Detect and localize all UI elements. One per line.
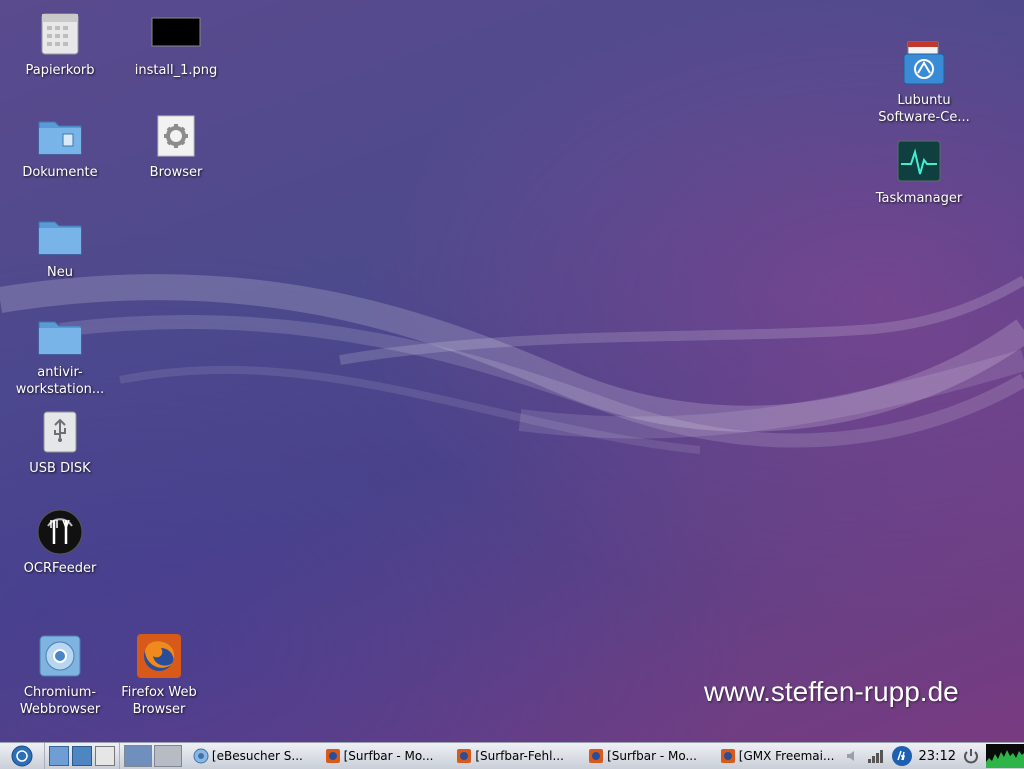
desktop-icon-ocrfeeder[interactable]: OCRFeeder	[5, 508, 115, 577]
desktop-icon-label: Neu	[47, 265, 73, 280]
taskbar-task[interactable]: [GMX Freemai...	[717, 745, 845, 767]
desktop-icon-label: install_1.png	[134, 63, 218, 78]
desktop-icon-label: Taskmanager	[875, 191, 963, 206]
desktop-icon-label: Papierkorb	[25, 63, 95, 78]
desktop-icon-browser[interactable]: Browser	[121, 112, 231, 181]
desktop-icon-usb-disk[interactable]: USB DISK	[5, 408, 115, 477]
desktop-icon-label: Lubuntu Software-Ce...	[878, 93, 970, 125]
show-desktop-icon[interactable]	[94, 746, 115, 766]
firefox-icon	[720, 749, 735, 763]
desktop-icon-taskmanager[interactable]: Taskmanager	[864, 138, 974, 207]
taskbar-task-label: [Surfbar - Mo...	[607, 749, 697, 763]
workspace-1[interactable]	[123, 745, 152, 767]
lubuntu-logo-icon	[11, 745, 33, 767]
desktop-icon-lubuntu-software-center[interactable]: Lubuntu Software-Ce...	[869, 40, 979, 126]
desktop-icon-firefox[interactable]: Firefox Web Browser	[104, 632, 214, 718]
power-icon[interactable]	[962, 747, 980, 765]
file-manager-icon[interactable]	[48, 746, 69, 766]
chromium-icon	[193, 748, 209, 764]
quick-launch	[45, 743, 120, 769]
folder-icon	[38, 221, 82, 255]
desktop-icon-label: antivir- workstation...	[15, 365, 105, 397]
software-center-icon	[903, 41, 945, 85]
taskbar: [eBesucher S... [Surfbar - Mo... [Surfba…	[0, 742, 1024, 769]
desktop-icon-label: Firefox Web Browser	[121, 685, 197, 717]
workspace-2[interactable]	[153, 745, 182, 767]
desktop-icon-install-png[interactable]: install_1.png	[121, 10, 231, 79]
image-file-icon	[151, 17, 201, 47]
desktop-icon-chromium[interactable]: Chromium- Webbrowser	[5, 632, 115, 718]
taskbar-task[interactable]: [Surfbar - Mo...	[322, 745, 450, 767]
folder-icon	[38, 321, 82, 355]
firefox-icon	[457, 749, 472, 763]
ocrfeeder-icon	[37, 509, 83, 555]
desktop-icon-label: Dokumente	[22, 165, 98, 180]
desktop-icon-dokumente[interactable]: Dokumente	[5, 112, 115, 181]
taskbar-task-label: [GMX Freemai...	[738, 749, 835, 763]
firefox-icon	[589, 749, 604, 763]
clock[interactable]: 23:12	[919, 749, 956, 764]
taskbar-task[interactable]: [eBesucher S...	[190, 745, 318, 767]
trash-icon	[41, 13, 79, 55]
usb-drive-icon	[43, 411, 77, 453]
desktop-icon-label: Chromium- Webbrowser	[19, 685, 101, 717]
desktop-icon-papierkorb[interactable]: Papierkorb	[5, 10, 115, 79]
workspace-pager	[120, 745, 186, 767]
cpu-monitor-icon	[986, 744, 1024, 768]
volume-icon[interactable]	[845, 748, 861, 764]
network-signal-icon[interactable]	[867, 748, 885, 764]
desktop-icon-antivir[interactable]: antivir- workstation...	[5, 312, 115, 398]
hp-logo-icon[interactable]	[891, 745, 913, 767]
taskbar-task-label: [eBesucher S...	[211, 749, 303, 763]
firefox-icon	[137, 634, 181, 678]
desktop-icon-label: OCRFeeder	[23, 561, 97, 576]
taskbar-task[interactable]: [Surfbar-Fehl...	[453, 745, 581, 767]
firefox-icon	[325, 749, 340, 763]
website-watermark: www.steffen-rupp.de	[704, 676, 959, 707]
taskbar-task-label: [Surfbar - Mo...	[343, 749, 434, 763]
taskbar-task-label: [Surfbar-Fehl...	[475, 749, 564, 763]
system-tray: 23:12	[845, 743, 1024, 769]
desktop-icon-label: USB DISK	[29, 461, 91, 476]
network-icon[interactable]	[71, 746, 92, 766]
desktop-icon-label: Browser	[149, 165, 203, 180]
gear-icon	[157, 115, 195, 157]
taskbar-task[interactable]: [Surfbar - Mo...	[585, 745, 713, 767]
desktop-icon-neu[interactable]: Neu	[5, 212, 115, 281]
document-folder-icon	[38, 121, 82, 155]
chromium-icon	[39, 635, 81, 677]
system-monitor-icon	[897, 140, 941, 182]
start-menu-button[interactable]	[0, 743, 45, 769]
